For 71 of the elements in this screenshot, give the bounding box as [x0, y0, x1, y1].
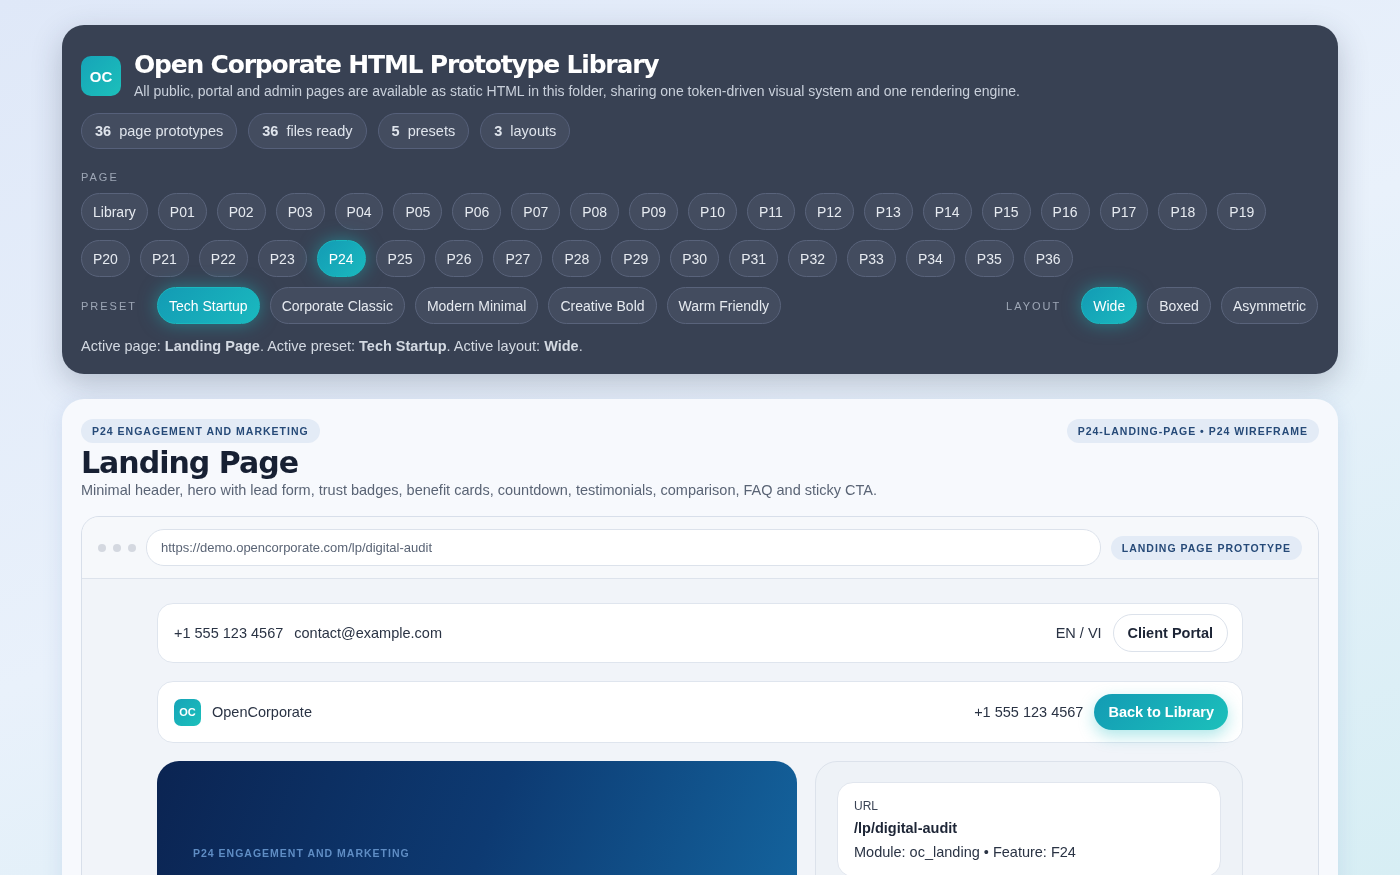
page-pill[interactable]: Library — [81, 193, 148, 230]
page-pill[interactable]: P12 — [804, 193, 854, 230]
page-pill[interactable]: P17 — [1099, 193, 1149, 230]
page-pill[interactable]: P20 — [81, 240, 130, 277]
page-pill[interactable]: P03 — [275, 193, 325, 230]
layout-pill[interactable]: Asymmetric — [1220, 287, 1318, 324]
hero-eyebrow: P24 ENGAGEMENT AND MARKETING — [193, 847, 410, 859]
info-label: URL — [854, 799, 879, 813]
page-pill[interactable]: P30 — [670, 240, 720, 277]
page-pill[interactable]: P16 — [1040, 193, 1090, 230]
page-pill[interactable]: P33 — [847, 240, 896, 277]
page-pill[interactable]: P05 — [393, 193, 443, 230]
page-pill[interactable]: P08 — [570, 193, 620, 230]
page-pill[interactable]: P23 — [257, 240, 307, 277]
wireframe-tag: P24-LANDING-PAGE • P24 WIREFRAME — [1066, 419, 1319, 443]
brand-logo: OC — [174, 698, 201, 726]
page-pill[interactable]: P09 — [629, 193, 679, 230]
page-pill[interactable]: P13 — [863, 193, 913, 230]
window-dots-icon — [98, 543, 136, 552]
library-title: Open Corporate HTML Prototype Library — [134, 50, 660, 79]
phone-text: +1 555 123 4567 — [974, 704, 1084, 720]
section-label: PRESET — [81, 299, 137, 312]
stat-chip: 3 layouts — [480, 113, 571, 149]
section-label: PAGE — [81, 171, 120, 183]
preset-pill[interactable]: Warm Friendly — [666, 287, 782, 324]
page-pill[interactable]: P07 — [511, 193, 561, 230]
page-pill[interactable]: P11 — [747, 193, 795, 230]
page-pill[interactable]: P10 — [688, 193, 737, 230]
page-pill[interactable]: P06 — [452, 193, 502, 230]
page-pill[interactable]: P22 — [198, 240, 248, 277]
phone-text: +1 555 123 4567 — [174, 625, 284, 641]
info-meta: Module: oc_landing • Feature: F24 — [854, 844, 1077, 860]
page-pill[interactable]: P04 — [334, 193, 384, 230]
prototype-badge: LANDING PAGE PROTOTYPE — [1110, 535, 1302, 560]
page-pill[interactable]: P36 — [1023, 240, 1073, 277]
page-pill[interactable]: P32 — [788, 240, 837, 277]
address-bar[interactable]: https://demo.opencorporate.com/lp/digital-audit — [146, 529, 1101, 566]
preset-pill[interactable]: Creative Bold — [548, 287, 657, 324]
stat-chip: 36 page prototypes — [81, 113, 238, 149]
status-text: Active page: Landing Page. Active preset: Tech Startup. Active layout: Wide. — [81, 338, 584, 354]
page-pill[interactable]: P01 — [157, 193, 207, 230]
page-title: Landing Page — [81, 445, 299, 480]
email-text: contact@example.com — [294, 625, 442, 641]
logo-badge: OC — [81, 56, 121, 96]
layout-pill[interactable]: Boxed — [1147, 287, 1211, 324]
page-pill[interactable]: P15 — [981, 193, 1031, 230]
stat-chip: 5 presets — [377, 113, 470, 149]
page-pill[interactable]: P34 — [905, 240, 955, 277]
page-pill[interactable]: P29 — [611, 240, 661, 277]
stat-chip: 36 files ready — [248, 113, 367, 149]
page-pill[interactable]: P31 — [729, 240, 779, 277]
page-description: Minimal header, hero with lead form, trust badges, benefit cards, countdown, testimonials, comparison, FAQ and sticky CTA. — [81, 482, 878, 498]
client-portal-button[interactable]: Client Portal — [1112, 614, 1228, 652]
page-pill[interactable]: P18 — [1158, 193, 1208, 230]
page-pill[interactable]: P25 — [375, 240, 425, 277]
brand-name: OpenCorporate — [212, 704, 312, 720]
page-pill[interactable]: P35 — [964, 240, 1014, 277]
section-label: LAYOUT — [1006, 299, 1062, 312]
page-pill[interactable]: P02 — [216, 193, 266, 230]
preset-pill[interactable]: Corporate Classic — [269, 287, 405, 324]
page-pill[interactable]: P28 — [552, 240, 602, 277]
library-subtitle: All public, portal and admin pages are available as static HTML in this folder, sharing one token-driven visual system and one rendering engine. — [134, 83, 1020, 99]
page-pill[interactable]: P19 — [1217, 193, 1267, 230]
preset-pill[interactable]: Modern Minimal — [414, 287, 539, 324]
page-pill[interactable]: P27 — [493, 240, 543, 277]
page-pill[interactable]: P14 — [922, 193, 972, 230]
page-pill[interactable]: P21 — [139, 240, 189, 277]
info-url: /lp/digital-audit — [854, 820, 959, 836]
page-pill[interactable]: P26 — [434, 240, 484, 277]
category-tag: P24 ENGAGEMENT AND MARKETING — [81, 419, 320, 443]
language-text: EN / VI — [1055, 625, 1102, 641]
